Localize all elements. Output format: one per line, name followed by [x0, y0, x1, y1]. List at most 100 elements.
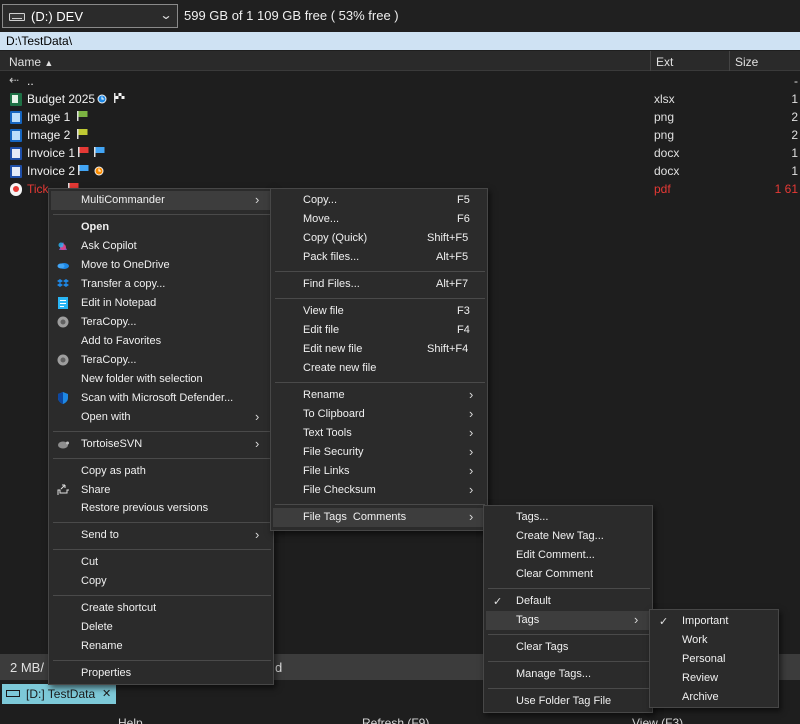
menu-item-tag-review[interactable]: Review — [652, 669, 776, 688]
fkey-help[interactable]: Help — [118, 716, 143, 724]
menu-separator — [53, 549, 271, 550]
menu-item-copy[interactable]: Copy — [51, 572, 271, 591]
menu-item-file-tags-comments[interactable]: File Tags Comments › — [273, 508, 485, 527]
path-bar[interactable]: D:\TestData\ — [0, 32, 800, 50]
menu-item-tag-personal[interactable]: Personal — [652, 650, 776, 669]
file-ext: docx — [654, 164, 680, 178]
menu-item-ask-copilot[interactable]: Ask Copilot — [51, 237, 271, 256]
menu-item-label: Clear Tags — [516, 641, 569, 653]
drive-selector[interactable]: (D:) DEV ⌄ — [2, 4, 178, 28]
menu-item-send-to[interactable]: Send to › — [51, 526, 271, 545]
menu-item-default[interactable]: ✓ Default — [486, 592, 650, 611]
flag-tag-icon — [94, 147, 105, 157]
menu-item-text-tools[interactable]: Text Tools › — [273, 424, 485, 443]
menu-item-manage-tags[interactable]: Manage Tags... — [486, 665, 650, 684]
menu-item-tag-important[interactable]: ✓ Important — [652, 612, 776, 631]
menu-item-restore-versions[interactable]: Restore previous versions — [51, 499, 271, 518]
list-item-invoice-1[interactable]: Invoice 1 docx 1 — [0, 144, 800, 162]
menu-item-open-with[interactable]: Open with › — [51, 408, 271, 427]
column-name[interactable]: Name ▲ — [9, 55, 53, 69]
menu-item-scan-defender[interactable]: Scan with Microsoft Defender... — [51, 389, 271, 408]
menu-item-clear-tags[interactable]: Clear Tags — [486, 638, 650, 657]
close-icon[interactable]: ✕ — [102, 687, 111, 700]
menu-item-copy-as-path[interactable]: Copy as path — [51, 462, 271, 481]
column-divider[interactable] — [729, 51, 730, 71]
menu-item-label: Add to Favorites — [81, 335, 162, 347]
menu-item-edit-comment[interactable]: Edit Comment... — [486, 546, 650, 565]
column-divider[interactable] — [650, 51, 651, 71]
menu-item-move-onedrive[interactable]: Move to OneDrive — [51, 256, 271, 275]
menu-item-tags-submenu[interactable]: Tags › — [486, 611, 650, 630]
menu-item-shortcut: F3 — [457, 305, 470, 317]
column-ext[interactable]: Ext — [656, 55, 673, 69]
menu-item-label: MultiCommander — [81, 194, 165, 206]
column-size[interactable]: Size — [735, 55, 758, 69]
menu-item-label: Edit Comment... — [516, 549, 595, 561]
menu-item-copy[interactable]: Copy... F5 — [273, 191, 485, 210]
menu-item-edit-notepad[interactable]: Edit in Notepad — [51, 294, 271, 313]
menu-item-tag-archive[interactable]: Archive — [652, 688, 776, 707]
fkey-refresh[interactable]: Refresh (F9) — [362, 716, 429, 724]
menu-item-file-security[interactable]: File Security › — [273, 443, 485, 462]
menu-item-create-new-file[interactable]: Create new file — [273, 359, 485, 378]
menu-item-create-shortcut[interactable]: Create shortcut — [51, 599, 271, 618]
menu-item-copy-quick[interactable]: Copy (Quick) Shift+F5 — [273, 229, 485, 248]
submenu-arrow-icon: › — [469, 509, 474, 524]
menu-item-transfer-copy[interactable]: Transfer a copy... — [51, 275, 271, 294]
list-item-budget[interactable]: Budget 2025 xlsx 1 — [0, 90, 800, 108]
menu-item-new-folder-selection[interactable]: New folder with selection — [51, 370, 271, 389]
menu-item-find-files[interactable]: Find Files... Alt+F7 — [273, 275, 485, 294]
menu-item-label: File Checksum — [303, 484, 376, 496]
menu-item-teracopy[interactable]: TeraCopy... — [51, 351, 271, 370]
menu-item-add-favorites[interactable]: Add to Favorites — [51, 332, 271, 351]
drive-icon — [9, 13, 25, 21]
tab-testdata[interactable]: [D:] TestData ✕ — [2, 684, 116, 704]
menu-item-label: Properties — [81, 667, 132, 679]
menu-item-shortcut: Shift+F4 — [427, 343, 469, 355]
menu-item-label: Edit in Notepad — [81, 297, 157, 309]
submenu-arrow-icon: › — [469, 387, 474, 402]
menu-item-share[interactable]: Share — [51, 481, 271, 500]
menu-item-delete[interactable]: Delete — [51, 618, 271, 637]
submenu-arrow-icon: › — [255, 436, 260, 451]
menu-item-tortoisesvn[interactable]: TortoiseSVN › — [51, 435, 271, 454]
menu-item-properties[interactable]: Properties — [51, 664, 271, 683]
teracopy-icon — [57, 354, 69, 366]
menu-item-open[interactable]: Open — [51, 218, 271, 237]
file-size: 1 — [791, 146, 798, 160]
menu-separator — [53, 431, 271, 432]
menu-item-multicommander[interactable]: MultiCommander › — [51, 191, 271, 210]
menu-item-cut[interactable]: Cut — [51, 553, 271, 572]
menu-item-file-links[interactable]: File Links › — [273, 462, 485, 481]
menu-item-create-new-tag[interactable]: Create New Tag... — [486, 527, 650, 546]
list-item-parent[interactable]: ⇠ .. - — [0, 72, 800, 90]
menu-item-view-file[interactable]: View file F3 — [273, 302, 485, 321]
menu-item-label: TortoiseSVN — [81, 438, 143, 450]
menu-item-label: Copy — [81, 575, 107, 587]
menu-item-use-folder-tag-file[interactable]: Use Folder Tag File — [486, 692, 650, 711]
list-item-invoice-2[interactable]: Invoice 2 docx 1 — [0, 162, 800, 180]
parent-folder-icon: ⇠ — [9, 73, 20, 87]
menu-item-tag-work[interactable]: Work — [652, 631, 776, 650]
list-item-image-2[interactable]: Image 2 png 2 — [0, 126, 800, 144]
list-item-image-1[interactable]: Image 1 png 2 — [0, 108, 800, 126]
menu-item-edit-new-file[interactable]: Edit new file Shift+F4 — [273, 340, 485, 359]
menu-item-rename[interactable]: Rename — [51, 637, 271, 656]
status-left: 2 MB/ — [10, 660, 44, 675]
menu-item-label: Personal — [682, 653, 726, 665]
menu-item-edit-file[interactable]: Edit file F4 — [273, 321, 485, 340]
menu-item-clear-comment[interactable]: Clear Comment — [486, 565, 650, 584]
menu-item-file-checksum[interactable]: File Checksum › — [273, 481, 485, 500]
menu-item-rename[interactable]: Rename › — [273, 386, 485, 405]
tag-list-submenu: ✓ Important Work Personal Review Archive — [649, 609, 779, 708]
drive-bar: (D:) DEV ⌄ 599 GB of 1 109 GB free ( 53%… — [0, 0, 800, 32]
menu-item-move[interactable]: Move... F6 — [273, 210, 485, 229]
menu-item-teracopy[interactable]: TeraCopy... — [51, 313, 271, 332]
file-size: 1 61 — [774, 182, 798, 196]
flag-tag-icon — [78, 165, 89, 175]
menu-item-to-clipboard[interactable]: To Clipboard › — [273, 405, 485, 424]
tortoisesvn-icon — [58, 441, 69, 449]
menu-item-tags[interactable]: Tags... — [486, 508, 650, 527]
menu-item-pack-files[interactable]: Pack files... Alt+F5 — [273, 248, 485, 267]
fkey-view[interactable]: View (F3) — [632, 716, 683, 724]
